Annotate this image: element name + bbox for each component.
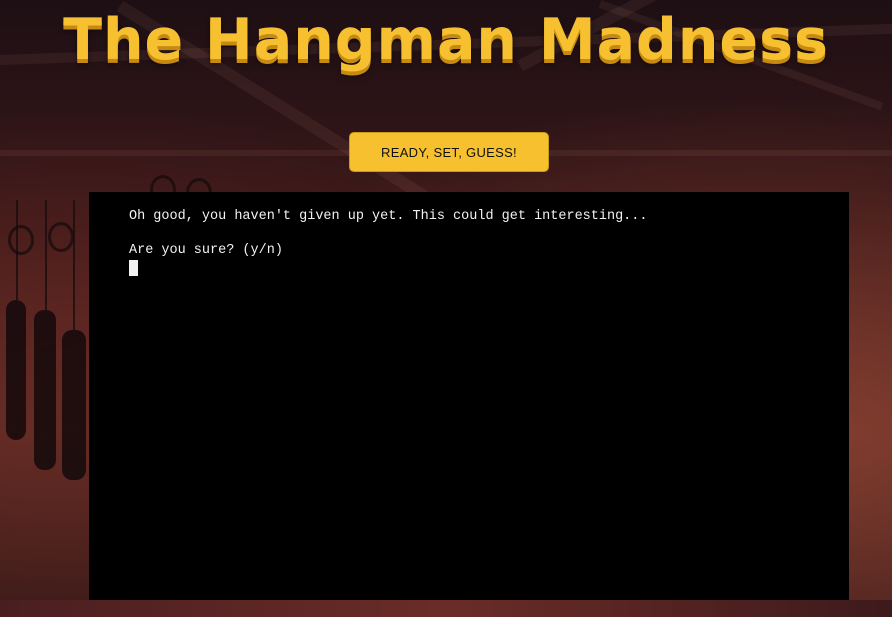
floor-strip bbox=[0, 600, 892, 617]
terminal-cursor[interactable] bbox=[129, 260, 138, 276]
gym-ring bbox=[48, 222, 74, 252]
hanging-rope bbox=[45, 200, 47, 310]
terminal-line: Oh good, you haven't given up yet. This … bbox=[129, 209, 648, 224]
terminal-window[interactable]: Oh good, you haven't given up yet. This … bbox=[89, 192, 849, 600]
hanging-figure bbox=[6, 300, 26, 440]
gym-ring bbox=[8, 225, 34, 255]
hanging-figure bbox=[62, 330, 86, 480]
terminal-line: Are you sure? (y/n) bbox=[129, 243, 283, 258]
hanging-rope bbox=[73, 200, 75, 330]
start-game-button[interactable]: READY, SET, GUESS! bbox=[349, 132, 549, 172]
page-title: The Hangman Madness bbox=[63, 7, 829, 73]
hanging-figure bbox=[34, 310, 56, 470]
